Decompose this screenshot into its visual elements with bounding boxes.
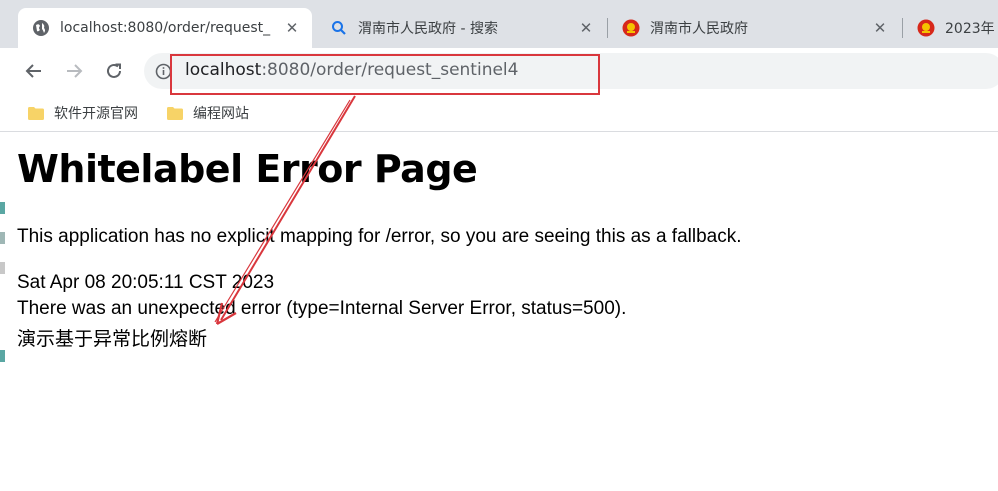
bookmark-folder[interactable]: 编程网站 <box>167 102 249 124</box>
error-message: This application has no explicit mapping… <box>17 226 742 247</box>
search-icon <box>330 19 348 37</box>
folder-icon <box>167 106 183 120</box>
page-title: Whitelabel Error Page <box>17 147 478 191</box>
globe-icon <box>32 19 50 37</box>
tab-weinan-gov[interactable]: 渭南市人民政府 ✕ <box>608 8 900 48</box>
emblem-icon <box>622 19 640 37</box>
tab-strip: localhost:8080/order/request_ ✕ 渭南市人民政府 … <box>0 0 998 48</box>
reload-button[interactable] <box>100 57 128 85</box>
error-summary: There was an unexpected error (type=Inte… <box>17 298 627 319</box>
arrow-left-icon <box>25 64 41 78</box>
close-tab-icon[interactable]: ✕ <box>576 18 596 38</box>
page-content: Whitelabel Error Page This application h… <box>0 133 998 491</box>
back-button[interactable] <box>20 57 48 85</box>
close-tab-icon[interactable]: ✕ <box>870 18 890 38</box>
bookmark-label: 编程网站 <box>193 106 249 122</box>
tab-localhost[interactable]: localhost:8080/order/request_ ✕ <box>18 8 312 48</box>
bookmark-label: 软件开源官网 <box>54 106 138 122</box>
background-window-edge <box>0 190 6 490</box>
tab-title: localhost:8080/order/request_ <box>60 20 271 36</box>
folder-icon <box>28 106 44 120</box>
tab-title: 渭南市人民政府 <box>650 21 748 37</box>
emblem-icon <box>917 19 935 37</box>
tab-title: 渭南市人民政府 - 搜索 <box>358 21 498 37</box>
error-timestamp: Sat Apr 08 20:05:11 CST 2023 <box>17 272 275 293</box>
bookmark-folder[interactable]: 软件开源官网 <box>28 102 138 124</box>
reload-icon <box>107 63 121 78</box>
arrow-right-icon <box>67 64 83 78</box>
annotation-highlight-box <box>170 54 600 95</box>
forward-button[interactable] <box>60 57 88 85</box>
bookmarks-bar: 软件开源官网 编程网站 <box>0 94 998 132</box>
close-tab-icon[interactable]: ✕ <box>282 18 302 38</box>
error-detail: 演示基于异常比例熔断 <box>17 329 208 350</box>
tab-2023[interactable]: 2023年 <box>903 8 998 48</box>
tab-search[interactable]: 渭南市人民政府 - 搜索 ✕ <box>316 8 606 48</box>
tab-title: 2023年 <box>945 21 995 37</box>
